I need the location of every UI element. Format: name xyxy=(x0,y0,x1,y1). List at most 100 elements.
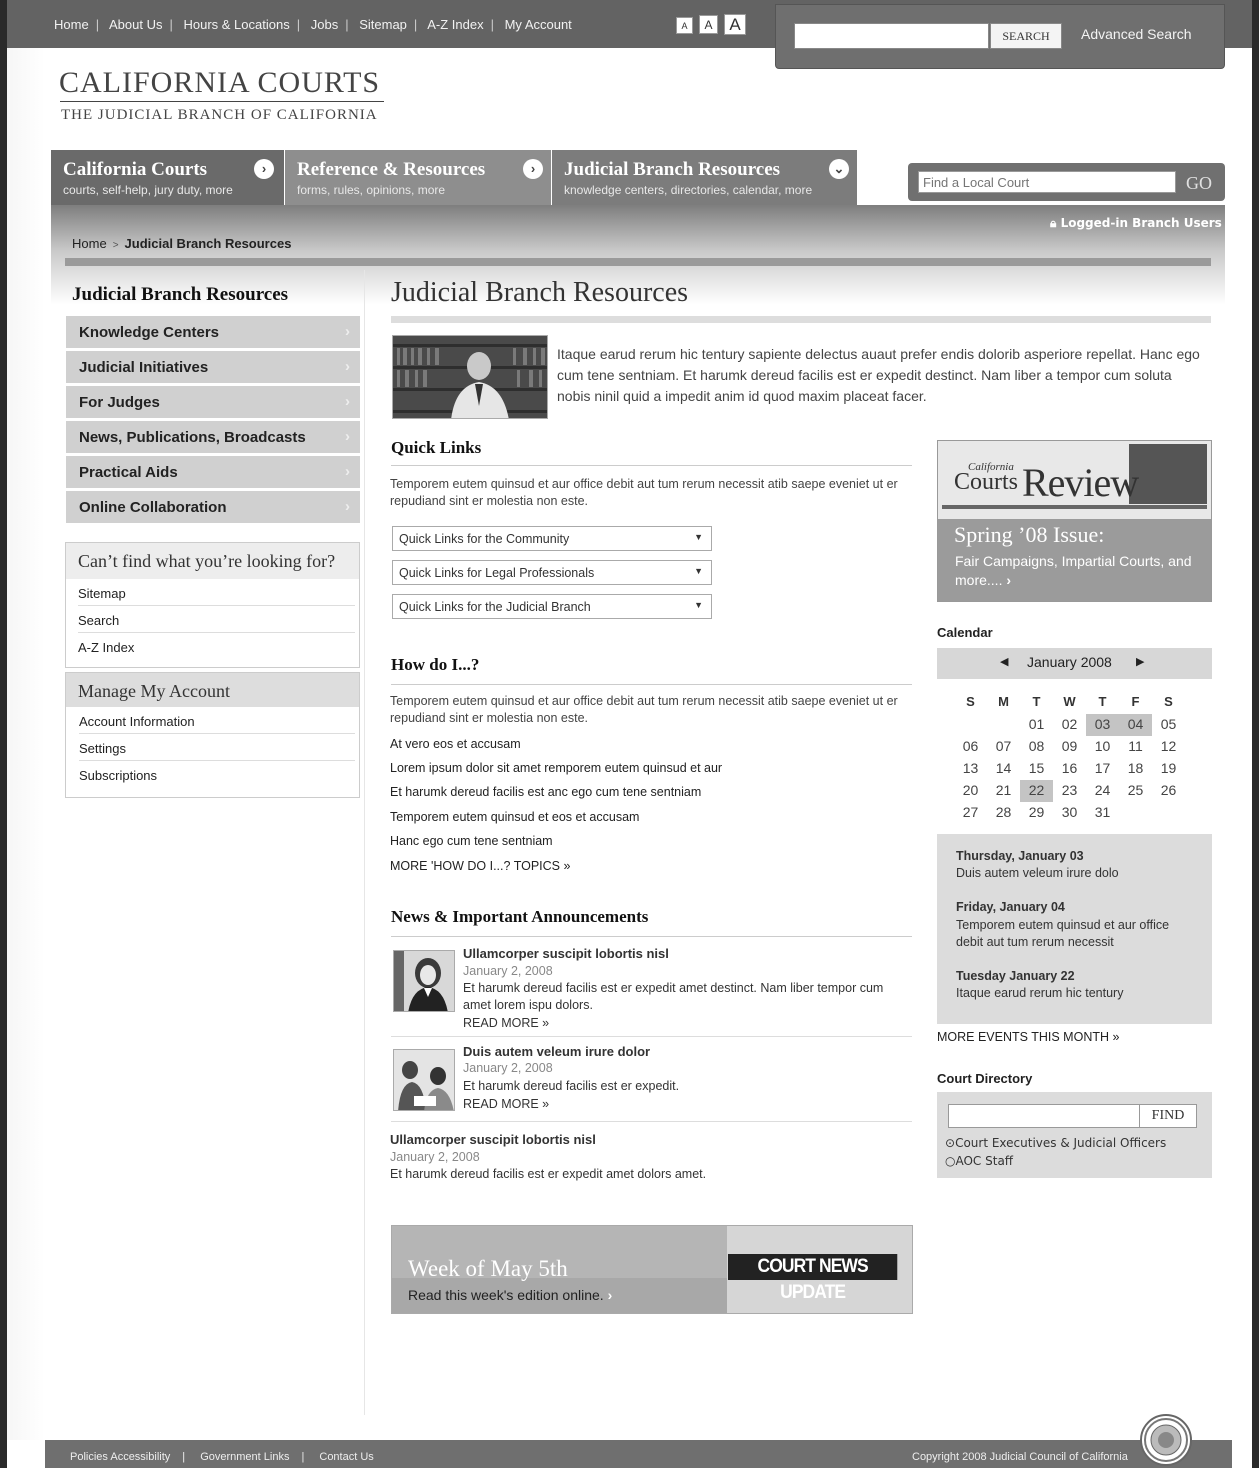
calendar-day[interactable]: 11 xyxy=(1119,736,1152,758)
font-size-medium[interactable]: A xyxy=(699,15,718,34)
event-title[interactable]: Friday, January 04 xyxy=(956,900,1065,914)
calendar-day[interactable]: 22 xyxy=(1020,780,1053,802)
sidebar-item-knowledge-centers[interactable]: Knowledge Centers › xyxy=(66,316,360,348)
top-link-home[interactable]: Home xyxy=(54,17,89,32)
top-link-az[interactable]: A-Z Index xyxy=(427,17,483,32)
search-button[interactable]: SEARCH xyxy=(990,23,1062,49)
news-title[interactable]: Ullamcorper suscipit lobortis nisl xyxy=(463,946,669,961)
sidebar-item-online-collaboration[interactable]: Online Collaboration › xyxy=(66,491,360,523)
calendar-day[interactable]: 07 xyxy=(987,736,1020,758)
how-do-i-link[interactable]: Temporem eutem quinsud et eos et accusam xyxy=(390,810,639,824)
calendar-day[interactable]: 10 xyxy=(1086,736,1119,758)
calendar-day[interactable]: 06 xyxy=(954,736,987,758)
calendar-day[interactable]: 12 xyxy=(1152,736,1185,758)
how-do-i-heading: How do I...? xyxy=(391,655,480,674)
link-settings[interactable]: Settings xyxy=(79,734,355,761)
calendar-day[interactable]: 18 xyxy=(1119,758,1152,780)
chevron-right-icon: › xyxy=(1006,572,1012,588)
top-link-sitemap[interactable]: Sitemap xyxy=(359,17,407,32)
calendar-day[interactable]: 14 xyxy=(987,758,1020,780)
sidebar-item-practical-aids[interactable]: Practical Aids › xyxy=(66,456,360,488)
link-az-index[interactable]: A-Z Index xyxy=(78,633,355,660)
court-news-update-banner[interactable]: Week of May 5th Read this week's edition… xyxy=(391,1225,913,1314)
font-size-large[interactable]: A xyxy=(724,14,746,35)
top-link-about[interactable]: About Us xyxy=(109,17,162,32)
calendar-day[interactable]: 05 xyxy=(1152,714,1185,736)
court-directory: FIND ⊙Court Executives & Judicial Office… xyxy=(937,1092,1212,1178)
prev-month-icon[interactable]: ◀ xyxy=(1000,655,1008,668)
how-do-i-link[interactable]: Et harumk dereud facilis est anc ego cum… xyxy=(390,785,701,799)
news-title[interactable]: Ullamcorper suscipit lobortis nisl xyxy=(390,1132,596,1147)
how-do-i-link[interactable]: At vero eos et accusam xyxy=(390,737,521,751)
calendar-day[interactable]: 04 xyxy=(1119,714,1152,736)
tab-california-courts[interactable]: California Courts courts, self-help, jur… xyxy=(51,150,284,205)
site-logo-title[interactable]: CALIFORNIA COURTS xyxy=(59,66,380,100)
calendar-day[interactable]: 24 xyxy=(1086,780,1119,802)
calendar-day[interactable]: 29 xyxy=(1020,802,1053,824)
advanced-search-link[interactable]: Advanced Search xyxy=(1081,26,1192,42)
radio-court-executives[interactable]: ⊙Court Executives & Judicial Officers xyxy=(945,1136,1166,1150)
tab-judicial-branch-resources[interactable]: Judicial Branch Resources knowledge cent… xyxy=(552,150,857,205)
footer-link-government[interactable]: Government Links xyxy=(200,1451,289,1463)
go-button[interactable]: GO xyxy=(1186,173,1212,194)
select-quick-links-community[interactable]: Quick Links for the Community ▼ xyxy=(392,526,712,551)
directory-search-input[interactable] xyxy=(948,1104,1140,1128)
calendar-day[interactable]: 13 xyxy=(954,758,987,780)
calendar-day[interactable]: 17 xyxy=(1086,758,1119,780)
calendar-day[interactable]: 21 xyxy=(987,780,1020,802)
calendar-day[interactable]: 31 xyxy=(1086,802,1119,824)
calendar-day[interactable]: 25 xyxy=(1119,780,1152,802)
sidebar-item-news[interactable]: News, Publications, Broadcasts › xyxy=(66,421,360,453)
event-title[interactable]: Tuesday January 22 xyxy=(956,969,1075,983)
top-link-account[interactable]: My Account xyxy=(505,17,572,32)
logged-in-users-link[interactable]: 🔒︎ Logged-in Branch Users xyxy=(1050,216,1222,231)
footer-link-contact[interactable]: Contact Us xyxy=(319,1451,373,1463)
font-size-small[interactable]: A xyxy=(676,17,693,34)
calendar-day[interactable]: 28 xyxy=(987,802,1020,824)
column-divider xyxy=(364,270,365,1415)
calendar-day[interactable]: 15 xyxy=(1020,758,1053,780)
calendar-day[interactable]: 08 xyxy=(1020,736,1053,758)
more-how-do-i-link[interactable]: MORE 'HOW DO I...? TOPICS » xyxy=(390,859,570,873)
bookshelf-photo-icon xyxy=(393,336,547,418)
calendar-day[interactable]: 09 xyxy=(1053,736,1086,758)
link-search[interactable]: Search xyxy=(78,606,355,633)
read-more-link[interactable]: READ MORE » xyxy=(463,1015,549,1032)
calendar-day[interactable]: 02 xyxy=(1053,714,1086,736)
how-do-i-link[interactable]: Hanc ego cum tene sentniam xyxy=(390,834,553,848)
calendar-day[interactable]: 30 xyxy=(1053,802,1086,824)
find-button[interactable]: FIND xyxy=(1139,1104,1197,1128)
read-more-link[interactable]: READ MORE » xyxy=(463,1096,549,1113)
news-title[interactable]: Duis autem veleum irure dolor xyxy=(463,1044,650,1059)
link-subscriptions[interactable]: Subscriptions xyxy=(79,761,355,788)
next-month-icon[interactable]: ▶ xyxy=(1136,655,1144,668)
event-title[interactable]: Thursday, January 03 xyxy=(956,849,1084,863)
calendar-day[interactable]: 26 xyxy=(1152,780,1185,802)
how-do-i-link[interactable]: Lorem ipsum dolor sit amet remporem eute… xyxy=(390,761,722,775)
radio-aoc-staff[interactable]: ○AOC Staff xyxy=(945,1154,1013,1168)
select-quick-links-judicial[interactable]: Quick Links for the Judicial Branch ▼ xyxy=(392,594,712,619)
site-search-input[interactable] xyxy=(794,23,989,49)
calendar-day[interactable]: 27 xyxy=(954,802,987,824)
more-events-link[interactable]: MORE EVENTS THIS MONTH » xyxy=(937,1030,1119,1044)
calendar-day[interactable]: 19 xyxy=(1152,758,1185,780)
sidebar-item-judicial-initiatives[interactable]: Judicial Initiatives › xyxy=(66,351,360,383)
calendar-heading: Calendar xyxy=(937,625,993,640)
sidebar-item-for-judges[interactable]: For Judges › xyxy=(66,386,360,418)
find-court-input[interactable] xyxy=(918,171,1176,193)
select-quick-links-legal[interactable]: Quick Links for Legal Professionals ▼ xyxy=(392,560,712,585)
breadcrumb-home[interactable]: Home xyxy=(72,236,107,251)
link-sitemap[interactable]: Sitemap xyxy=(78,579,355,606)
tab-reference-resources[interactable]: Reference & Resources forms, rules, opin… xyxy=(285,150,551,205)
calendar-day[interactable]: 03 xyxy=(1086,714,1119,736)
top-link-hours[interactable]: Hours & Locations xyxy=(183,17,289,32)
calendar-day[interactable]: 23 xyxy=(1053,780,1086,802)
top-link-jobs[interactable]: Jobs xyxy=(311,17,338,32)
review-desc-text: Fair Campaigns, Impartial Courts, and mo… xyxy=(955,553,1192,588)
calendar-day[interactable]: 01 xyxy=(1020,714,1053,736)
calendar-day[interactable]: 16 xyxy=(1053,758,1086,780)
footer-link-policies[interactable]: Policies Accessibility xyxy=(70,1451,170,1463)
link-account-information[interactable]: Account Information xyxy=(79,707,355,734)
courts-review-promo[interactable]: California Courts Review Spring ’08 Issu… xyxy=(937,440,1212,602)
calendar-day[interactable]: 20 xyxy=(954,780,987,802)
